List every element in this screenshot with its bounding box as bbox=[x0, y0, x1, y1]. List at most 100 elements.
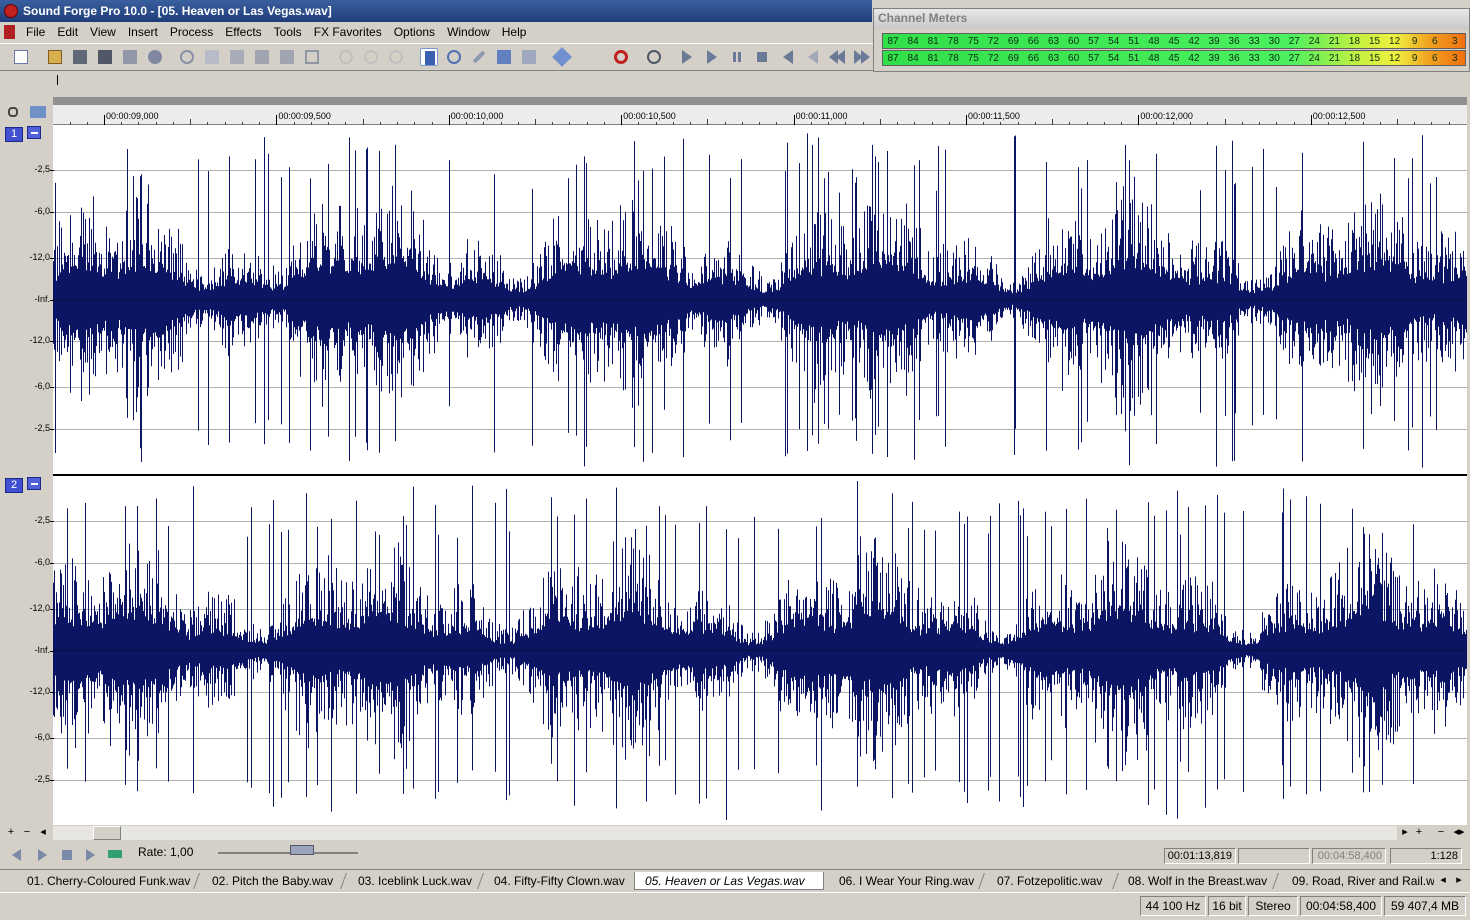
scroll-thumb[interactable] bbox=[93, 826, 121, 840]
magnify-tool-button[interactable] bbox=[445, 48, 463, 66]
stop-icon[interactable] bbox=[62, 850, 72, 860]
channels-field[interactable]: Stereo bbox=[1248, 896, 1298, 916]
event-tool-button[interactable] bbox=[520, 48, 538, 66]
envelope-tool-button[interactable] bbox=[495, 48, 513, 66]
scroll-left-button[interactable]: ◂ bbox=[36, 826, 50, 840]
save-as-button[interactable] bbox=[96, 48, 114, 66]
stop-button[interactable] bbox=[753, 48, 771, 66]
zoom-out-button[interactable]: − bbox=[20, 826, 34, 840]
go-to-start-button[interactable] bbox=[778, 48, 796, 66]
menu-fx-favorites[interactable]: FX Favorites bbox=[308, 22, 388, 42]
new-file-button[interactable] bbox=[12, 48, 30, 66]
meter-scale-label: 63 bbox=[1047, 35, 1060, 47]
channel-1-label[interactable]: 1 bbox=[5, 127, 23, 142]
go-to-end-icon[interactable] bbox=[38, 849, 47, 861]
db-scale-label: -2,5 bbox=[34, 423, 50, 433]
rate-slider[interactable] bbox=[218, 852, 358, 854]
menu-tools[interactable]: Tools bbox=[268, 22, 308, 42]
previous-marker-button[interactable] bbox=[803, 48, 821, 66]
loop-icon[interactable] bbox=[645, 48, 663, 66]
rewind-button[interactable] bbox=[828, 48, 846, 66]
paste-special-icon[interactable] bbox=[278, 48, 296, 66]
scroll-right-button[interactable]: ▸ bbox=[1398, 826, 1412, 840]
snap-icon[interactable] bbox=[30, 106, 46, 118]
meter-scale-label: 81 bbox=[927, 35, 939, 47]
tabs-scroll-right-button[interactable]: ▸ bbox=[1452, 874, 1466, 888]
repeat-icon[interactable] bbox=[387, 48, 405, 66]
record-button[interactable] bbox=[612, 48, 630, 66]
zoom-in-button[interactable]: + bbox=[4, 826, 18, 840]
copy-icon[interactable] bbox=[203, 48, 221, 66]
document-icon[interactable] bbox=[4, 25, 15, 39]
cursor-position-field[interactable]: 00:01:13,819 bbox=[1164, 848, 1236, 864]
channel-1-waveform[interactable] bbox=[53, 125, 1467, 474]
render-button[interactable] bbox=[121, 48, 139, 66]
menu-effects[interactable]: Effects bbox=[219, 22, 267, 42]
tab-wolf-in-the-breast[interactable]: 08. Wolf in the Breast.wav bbox=[1128, 872, 1268, 890]
zoom-fit-button[interactable]: ◂▸ bbox=[1452, 826, 1466, 840]
paste-icon[interactable] bbox=[228, 48, 246, 66]
file-length-field: 00:04:58,400 bbox=[1300, 896, 1382, 916]
go-to-start-icon[interactable] bbox=[12, 849, 21, 861]
meter-scale-label: 57 bbox=[1088, 52, 1100, 64]
tab-i-wear-your-ring[interactable]: 06. I Wear Your Ring.wav bbox=[839, 872, 979, 890]
undo-icon[interactable] bbox=[337, 48, 355, 66]
menu-edit[interactable]: Edit bbox=[51, 22, 84, 42]
time-scale[interactable]: 00:00:09,000 00:00:09,500 00:00:10,000 00:0… bbox=[53, 105, 1467, 125]
selection-end-field[interactable] bbox=[1238, 848, 1310, 864]
menu-window[interactable]: Window bbox=[441, 22, 496, 42]
play-all-button[interactable] bbox=[678, 48, 696, 66]
crop-icon[interactable] bbox=[303, 48, 321, 66]
selection-length-field[interactable]: 00:04:58,400 bbox=[1312, 848, 1386, 864]
print-button[interactable] bbox=[146, 48, 164, 66]
menu-options[interactable]: Options bbox=[388, 22, 441, 42]
channel-2-minimize-button[interactable] bbox=[27, 477, 41, 490]
document-tabs: 01. Cherry-Coloured Funk.wav 02. Pitch t… bbox=[0, 869, 1470, 891]
ruler-time-label: 00:00:12,500 bbox=[1312, 111, 1366, 121]
edit-tool-button[interactable] bbox=[420, 48, 438, 66]
tab-heaven-or-las-vegas[interactable]: 05. Heaven or Las Vegas.wav bbox=[634, 872, 824, 890]
cut-icon[interactable] bbox=[178, 48, 196, 66]
sample-rate-field[interactable]: 44 100 Hz bbox=[1140, 896, 1206, 916]
redo-icon[interactable] bbox=[362, 48, 380, 66]
channel-2-label[interactable]: 2 bbox=[5, 478, 23, 493]
channel-2-waveform[interactable] bbox=[53, 476, 1467, 825]
scroll-track[interactable] bbox=[53, 826, 1397, 840]
lock-icon[interactable] bbox=[8, 107, 18, 117]
tab-iceblink-luck[interactable]: 03. Iceblink Luck.wav bbox=[358, 872, 483, 890]
fast-forward-button[interactable] bbox=[853, 48, 871, 66]
meter-scale-label: 9 bbox=[1411, 52, 1418, 64]
tab-road-river-and-rail[interactable]: 09. Road, River and Rail.wa bbox=[1292, 872, 1434, 890]
mix-icon[interactable] bbox=[253, 48, 271, 66]
meter-scale-label: 6 bbox=[1431, 35, 1438, 47]
pause-button[interactable] bbox=[728, 48, 746, 66]
menu-process[interactable]: Process bbox=[164, 22, 219, 42]
tabs-scroll-left-button[interactable]: ◂ bbox=[1436, 874, 1450, 888]
save-button[interactable] bbox=[71, 48, 89, 66]
meter-scale-label: 60 bbox=[1068, 52, 1080, 64]
bit-depth-field[interactable]: 16 bit bbox=[1208, 896, 1246, 916]
tab-pitch-the-baby[interactable]: 02. Pitch the Baby.wav bbox=[212, 872, 342, 890]
zoom-in-vertical-button[interactable]: + bbox=[1412, 826, 1426, 840]
meter-scale-label: 15 bbox=[1368, 35, 1381, 47]
menu-insert[interactable]: Insert bbox=[122, 22, 164, 42]
tab-cherry-coloured-funk[interactable]: 01. Cherry-Coloured Funk.wav bbox=[27, 872, 192, 890]
pencil-tool-button[interactable] bbox=[470, 48, 488, 66]
channel-1-minimize-button[interactable] bbox=[27, 126, 41, 139]
zoom-ratio-field[interactable]: 1:128 bbox=[1390, 848, 1462, 864]
plugin-icon[interactable] bbox=[552, 47, 572, 67]
open-button[interactable] bbox=[46, 48, 64, 66]
menu-file[interactable]: File bbox=[20, 22, 51, 42]
overview-bar[interactable] bbox=[53, 97, 1467, 105]
tab-fotzepolitic[interactable]: 07. Fotzepolitic.wav bbox=[997, 872, 1117, 890]
tab-fifty-fifty-clown[interactable]: 04. Fifty-Fifty Clown.wav bbox=[494, 872, 634, 890]
play-icon[interactable] bbox=[86, 849, 95, 861]
play-looped-icon[interactable] bbox=[108, 850, 122, 858]
menu-help[interactable]: Help bbox=[496, 22, 533, 42]
rate-slider-knob[interactable] bbox=[290, 845, 314, 855]
zoom-out-vertical-button[interactable]: − bbox=[1434, 826, 1448, 840]
play-button[interactable] bbox=[703, 48, 721, 66]
meter-scale-label: 66 bbox=[1027, 35, 1040, 47]
channel-1: 1 -2,5 -6,0 -12,0 -Inf. -12,0 -6,0 -2,5 bbox=[0, 125, 1470, 475]
menu-view[interactable]: View bbox=[84, 22, 122, 42]
